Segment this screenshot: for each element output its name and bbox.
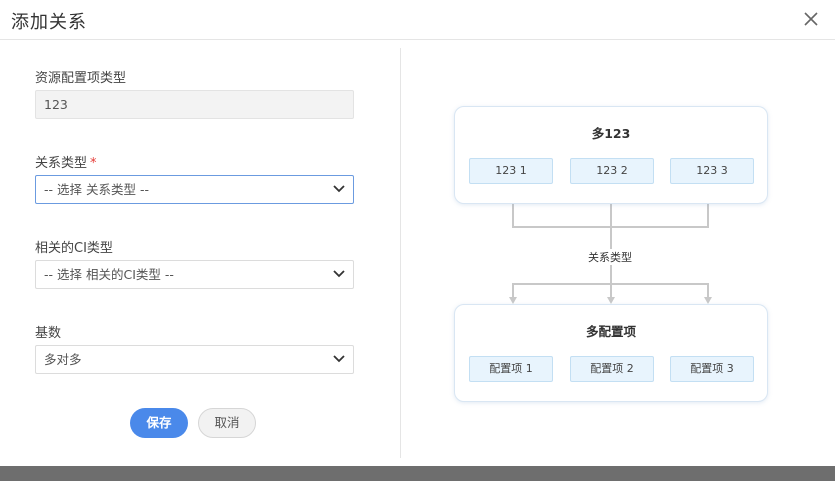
target-ci-item: 配置项 2 [570, 356, 654, 382]
source-ci-title: 多123 [591, 126, 631, 141]
target-ci-card: 多配置项 配置项 1 配置项 2 配置项 3 [454, 304, 768, 402]
relation-label: 关系类型 [560, 249, 660, 265]
source-ci-item: 123 3 [670, 158, 754, 184]
source-ci-item: 123 1 [469, 158, 553, 184]
target-ci-item: 配置项 3 [670, 356, 754, 382]
source-ci-item: 123 2 [570, 158, 654, 184]
add-relation-dialog: 添加关系 资源配置项类型 123 关系类型 * -- 选择 关系类型 -- 相关的… [0, 0, 835, 466]
target-ci-title: 多配置项 [585, 324, 636, 339]
source-ci-card: 多123 123 1 123 2 123 3 [454, 106, 768, 204]
target-ci-item: 配置项 1 [469, 356, 553, 382]
